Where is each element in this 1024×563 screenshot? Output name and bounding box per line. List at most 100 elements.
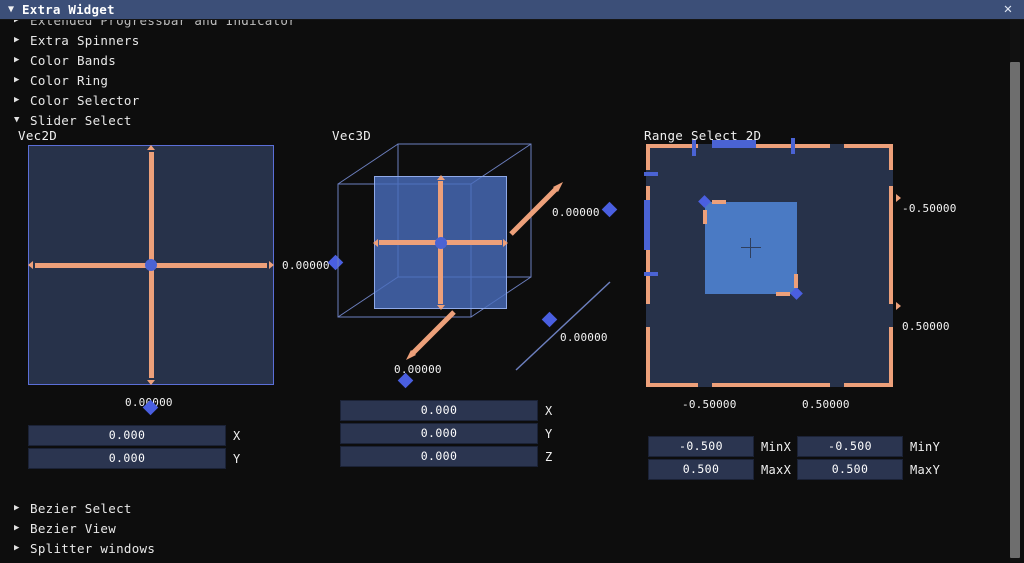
tree-item-color-ring[interactable]: Color Ring [0,70,560,90]
vec2d-x-arrow-right-icon [269,261,274,269]
range-frame-right-bottom [889,327,893,387]
chevron-right-icon[interactable] [14,76,30,85]
slider-select-content: Vec2D 0.00000 0.00000 0.000 X [0,128,1010,488]
widget-tree-top: Extended Progressbar and Indicator Extra… [0,10,560,130]
window-title: Extra Widget [22,2,115,17]
range-handle-tick-top[interactable] [712,200,726,204]
vec3d-widget: Vec3D 0.00000 0.00000 0.00000 0.000 X 0.… [332,128,632,468]
vec2d-y-arrow-down-icon [147,380,155,385]
vec3d-depth-slider-lower[interactable] [402,306,462,366]
range-frame-bottom-right [844,383,893,387]
vec3d-x-arrow-left-icon [373,238,378,247]
tree-item-slider-select[interactable]: Slider Select [0,110,560,130]
vec2d-pad[interactable] [28,145,274,385]
range-minx-input[interactable]: -0.500 [648,436,754,457]
vec3d-slice-plane[interactable] [373,175,508,310]
range-crosshair-vertical [750,238,751,258]
tree-item-label: Bezier View [30,520,117,536]
range-handle-tick-right[interactable] [794,274,798,288]
vec3d-x-handle[interactable] [601,201,618,218]
vec3d-x-input[interactable]: 0.000 [340,400,538,421]
close-icon[interactable]: ✕ [1000,1,1016,17]
vec2d-x-label: X [233,428,241,443]
window-titlebar[interactable]: ▼ Extra Widget ✕ [0,0,1024,20]
chevron-right-icon[interactable] [14,56,30,65]
range-selection-rect[interactable] [705,202,797,294]
range-crosshair-horizontal [741,247,761,248]
range-frame-right-mid [889,186,893,304]
range-miny-input[interactable]: -0.500 [797,436,903,457]
tree-item-label: Extra Spinners [30,32,140,48]
vec2d-fields: 0.000 X 0.000 Y [28,425,273,471]
range-right-arrow-bottom-icon [896,302,901,310]
range-maxy-input[interactable]: 0.500 [797,459,903,480]
tree-item-label: Bezier Select [30,500,132,516]
vec2d-center-knob[interactable] [145,259,157,271]
vec2d-field-row-y: 0.000 Y [28,448,273,469]
vec3d-z-slider-track[interactable] [510,278,620,378]
tree-item-label: Color Ring [30,72,109,88]
chevron-down-icon[interactable] [14,116,30,125]
range-frame-left-top [646,144,650,170]
vec3d-x-readout: 0.00000 [552,206,600,219]
vec3d-y-input[interactable]: 0.000 [340,423,538,444]
vec3d-y-label: Y [545,426,553,441]
vec3d-z-label: Z [545,449,553,464]
tree-item-extra-spinners[interactable]: Extra Spinners [0,30,560,50]
chevron-right-icon[interactable] [14,524,30,533]
vec3d-field-row-z: 0.000 Z [340,446,585,467]
vec2d-field-row-x: 0.000 X [28,425,273,446]
vec2d-x-readout: 0.00000 [282,259,330,272]
vec2d-y-input[interactable]: 0.000 [28,448,226,469]
triangle-down-icon[interactable]: ▼ [0,4,22,15]
range-x-max-tick[interactable] [791,138,795,154]
tree-item-label: Color Bands [30,52,117,68]
vec2d-title: Vec2D [18,128,58,143]
chevron-right-icon[interactable] [14,36,30,45]
range-select-fields: -0.500 MinX -0.500 MinY 0.500 MaxX 0.500… [648,436,950,482]
range-field-row-min: -0.500 MinX -0.500 MinY [648,436,950,457]
range-miny-label: MinY [910,439,941,454]
range-maxx-input[interactable]: 0.500 [648,459,754,480]
range-frame-left-bottom [646,327,650,387]
range-minx-label: MinX [761,439,792,454]
range-handle-tick-left[interactable] [703,210,707,224]
vec3d-z-input[interactable]: 0.000 [340,446,538,467]
range-frame-right-top [889,144,893,170]
tree-item-label: Color Selector [30,92,140,108]
vec3d-y-arrow-up-icon [436,175,445,180]
tree-item-bezier-select[interactable]: Bezier Select [0,498,560,518]
vec3d-x-label: X [545,403,553,418]
tree-item-color-selector[interactable]: Color Selector [0,90,560,110]
vec3d-field-row-x: 0.000 X [340,400,585,421]
chevron-right-icon[interactable] [14,96,30,105]
chevron-right-icon[interactable] [14,544,30,553]
range-frame-top-right [844,144,893,148]
vertical-scrollbar-thumb[interactable] [1010,62,1020,558]
vec3d-center-knob[interactable] [434,236,447,249]
tree-item-splitter-windows[interactable]: Splitter windows [0,538,560,558]
range-handle-tick-bottom[interactable] [776,292,790,296]
vec3d-z-readout: 0.00000 [560,331,608,344]
vec2d-x-input[interactable]: 0.000 [28,425,226,446]
widget-tree-bottom: Bezier Select Bezier View Splitter windo… [0,498,560,558]
range-frame-top-left [646,144,698,148]
tree-item-label: Splitter windows [30,540,156,556]
range-y-max-tick[interactable] [644,272,658,276]
range-right-arrow-top-icon [896,194,901,202]
range-axis-right-top-label: -0.50000 [902,202,957,215]
vec2d-y-arrow-up-icon [147,145,155,150]
vec3d-y-readout: 0.00000 [394,363,442,376]
range-field-row-max: 0.500 MaxX 0.500 MaxY [648,459,950,480]
range-axis-right-bottom-label: 0.50000 [902,320,950,333]
vec3d-x-arrow-right-icon [503,238,508,247]
range-frame-bottom-mid [712,383,830,387]
range-maxx-label: MaxX [761,462,792,477]
tree-item-color-bands[interactable]: Color Bands [0,50,560,70]
range-y-span-bar[interactable] [644,200,650,250]
range-frame-bottom-left [646,383,698,387]
tree-item-bezier-view[interactable]: Bezier View [0,518,560,538]
chevron-right-icon[interactable] [14,504,30,513]
range-select-2d-pad[interactable] [644,138,901,387]
range-y-min-tick[interactable] [644,172,658,176]
